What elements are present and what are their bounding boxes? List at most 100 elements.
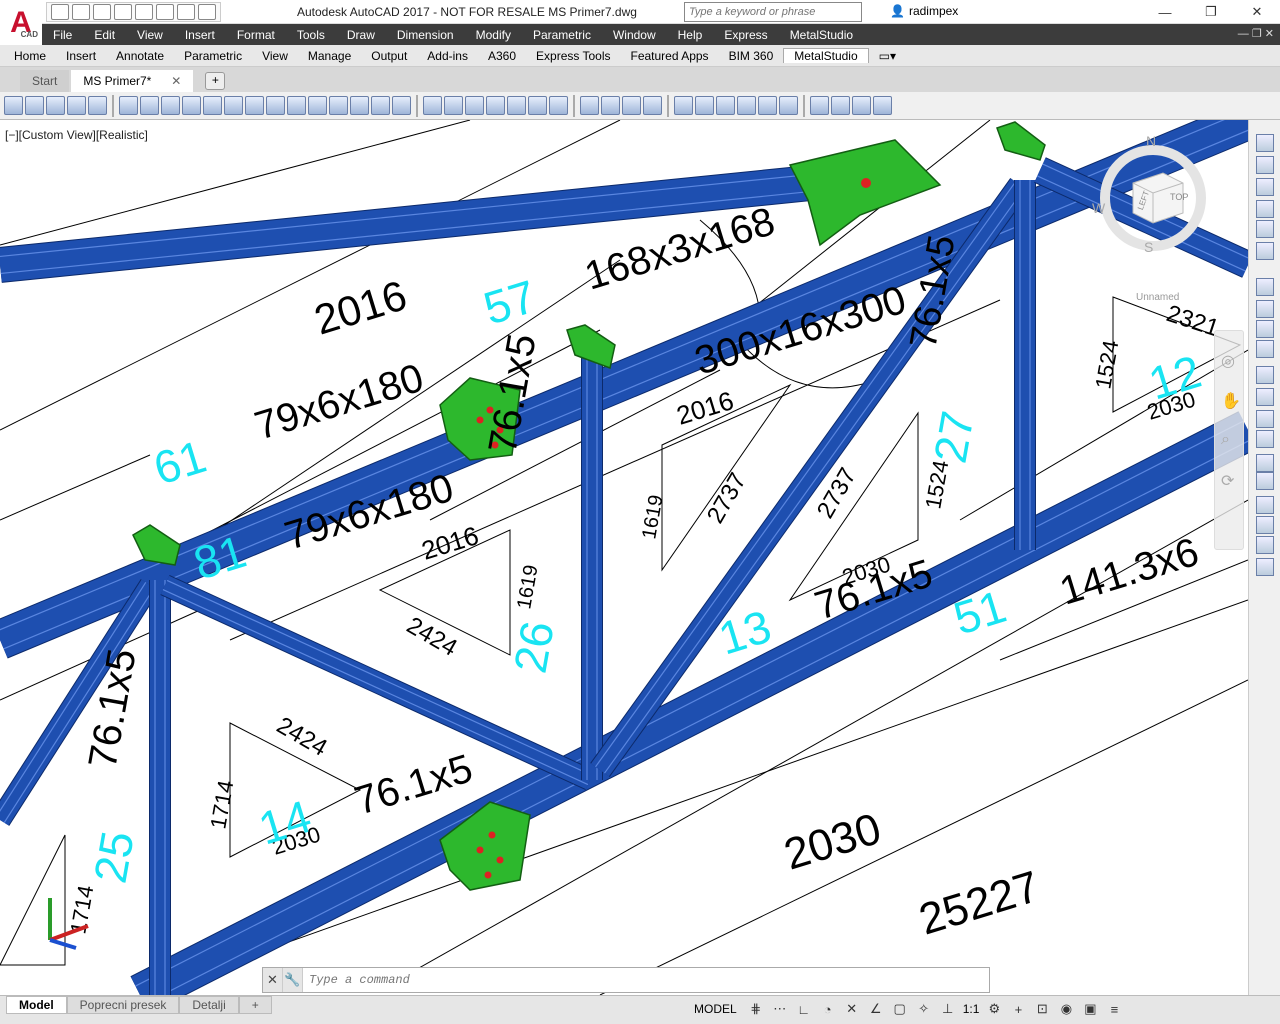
side-tool-icon[interactable] xyxy=(1256,220,1274,238)
side-tool-icon[interactable] xyxy=(1256,472,1274,490)
side-tool-icon[interactable] xyxy=(1256,430,1274,448)
menu-icon[interactable]: ≡ xyxy=(1105,1000,1123,1018)
pan-icon[interactable]: ✋ xyxy=(1221,391,1241,411)
layout-tab-model[interactable]: Model xyxy=(6,996,67,1014)
metalstudio-tool-icon[interactable] xyxy=(580,96,599,115)
metalstudio-tool-icon[interactable] xyxy=(643,96,662,115)
fullscreen-icon[interactable]: ▣ xyxy=(1081,1000,1099,1018)
side-tool-icon[interactable] xyxy=(1256,200,1274,218)
metalstudio-tool-icon[interactable] xyxy=(831,96,850,115)
menu-edit[interactable]: Edit xyxy=(83,28,126,42)
metalstudio-tool-icon[interactable] xyxy=(423,96,442,115)
metalstudio-tool-icon[interactable] xyxy=(716,96,735,115)
metalstudio-tool-icon[interactable] xyxy=(465,96,484,115)
gear-icon[interactable]: ⚙ xyxy=(985,1000,1003,1018)
side-tool-icon[interactable] xyxy=(1256,454,1274,472)
polar-icon[interactable]: ◔ xyxy=(819,1000,837,1018)
metalstudio-tool-icon[interactable] xyxy=(758,96,777,115)
command-input[interactable] xyxy=(303,973,989,987)
doc-tab-ms-primer7[interactable]: MS Primer7* ✕ xyxy=(71,70,194,92)
grid-icon[interactable]: ⋕ xyxy=(747,1000,765,1018)
ribbon-tab-metalstudio[interactable]: MetalStudio xyxy=(783,48,869,63)
user-account[interactable]: 👤 radimpex xyxy=(890,4,958,18)
menu-tools[interactable]: Tools xyxy=(286,28,336,42)
metalstudio-tool-icon[interactable] xyxy=(140,96,159,115)
add-layout-button[interactable]: + xyxy=(238,996,272,1014)
metalstudio-tool-icon[interactable] xyxy=(266,96,285,115)
orbit-icon[interactable]: ⟳ xyxy=(1221,471,1234,491)
side-tool-icon[interactable] xyxy=(1256,300,1274,318)
ribbon-tab-annotate[interactable]: Annotate xyxy=(106,49,174,63)
metalstudio-tool-icon[interactable] xyxy=(779,96,798,115)
metalstudio-tool-icon[interactable] xyxy=(873,96,892,115)
side-tool-icon[interactable] xyxy=(1256,134,1274,152)
menu-parametric[interactable]: Parametric xyxy=(522,28,602,42)
metalstudio-tool-icon[interactable] xyxy=(486,96,505,115)
metalstudio-tool-icon[interactable] xyxy=(371,96,390,115)
ribbon-tab-a360[interactable]: A360 xyxy=(478,49,526,63)
drawing-viewport[interactable]: 2016 168x3x168 300x16x300 79x6x180 79x6x180 2… xyxy=(0,120,1248,995)
metalstudio-tool-icon[interactable] xyxy=(810,96,829,115)
metalstudio-tool-icon[interactable] xyxy=(25,96,44,115)
open-file-icon[interactable] xyxy=(72,4,90,20)
metalstudio-tool-icon[interactable] xyxy=(4,96,23,115)
layout-tab-poprecni-presek[interactable]: Poprecni presek xyxy=(66,996,180,1014)
ribbon-tab-featured-apps[interactable]: Featured Apps xyxy=(621,49,719,63)
viewcube[interactable]: TOP LEFT N W S xyxy=(1088,128,1208,258)
metalstudio-tool-icon[interactable] xyxy=(203,96,222,115)
snap-icon[interactable]: ⋯ xyxy=(771,1000,789,1018)
ribbon-tab-home[interactable]: Home xyxy=(4,49,56,63)
side-tool-icon[interactable] xyxy=(1256,242,1274,260)
ribbon-tab-bim360[interactable]: BIM 360 xyxy=(719,49,784,63)
menu-window[interactable]: Window xyxy=(602,28,667,42)
metalstudio-tool-icon[interactable] xyxy=(674,96,693,115)
metalstudio-tool-icon[interactable] xyxy=(528,96,547,115)
menu-dimension[interactable]: Dimension xyxy=(386,28,465,42)
document-window-controls[interactable]: — ❐ ✕ xyxy=(1238,27,1274,40)
menu-metalstudio[interactable]: MetalStudio xyxy=(779,28,864,42)
model-space-toggle[interactable]: MODEL xyxy=(690,1002,741,1016)
save-as-icon[interactable] xyxy=(114,4,132,20)
scale-label[interactable]: 1:1 xyxy=(963,1002,980,1016)
zoom-icon[interactable]: ⌕ xyxy=(1221,431,1230,449)
side-tool-icon[interactable] xyxy=(1256,410,1274,428)
side-tool-icon[interactable] xyxy=(1256,366,1274,384)
metalstudio-tool-icon[interactable] xyxy=(224,96,243,115)
side-tool-icon[interactable] xyxy=(1256,156,1274,174)
close-tab-icon[interactable]: ✕ xyxy=(171,74,181,88)
viewport-controls-label[interactable]: [−][Custom View][Realistic] xyxy=(5,128,148,142)
drawing-canvas[interactable]: 2016168x3x168300x16x30079x6x18079x6x1802… xyxy=(0,120,1248,995)
side-tool-icon[interactable] xyxy=(1256,536,1274,554)
command-customize-icon[interactable]: 🔧 xyxy=(283,968,303,992)
metalstudio-tool-icon[interactable] xyxy=(549,96,568,115)
side-tool-icon[interactable] xyxy=(1256,340,1274,358)
doc-tab-start[interactable]: Start xyxy=(20,70,70,92)
qat-dropdown-icon[interactable] xyxy=(198,4,216,20)
menu-file[interactable]: File xyxy=(42,28,83,42)
ortho-icon[interactable]: ∟ xyxy=(795,1000,813,1018)
metalstudio-tool-icon[interactable] xyxy=(444,96,463,115)
ribbon-options-icon[interactable]: ▭▾ xyxy=(869,49,906,63)
metalstudio-tool-icon[interactable] xyxy=(287,96,306,115)
search-input[interactable] xyxy=(684,2,862,22)
plus-icon[interactable]: + xyxy=(1009,1000,1027,1018)
save-icon[interactable] xyxy=(93,4,111,20)
side-tool-icon[interactable] xyxy=(1256,320,1274,338)
side-tool-icon[interactable] xyxy=(1256,278,1274,296)
minimize-button[interactable]: — xyxy=(1142,0,1188,24)
menu-format[interactable]: Format xyxy=(226,28,286,42)
lweight-icon[interactable]: ▢ xyxy=(891,1000,909,1018)
ribbon-tab-manage[interactable]: Manage xyxy=(298,49,361,63)
metalstudio-tool-icon[interactable] xyxy=(119,96,138,115)
metalstudio-tool-icon[interactable] xyxy=(182,96,201,115)
isolate-icon[interactable]: ⊡ xyxy=(1033,1000,1051,1018)
new-tab-button[interactable]: + xyxy=(205,72,226,90)
side-tool-icon[interactable] xyxy=(1256,496,1274,514)
navigation-bar[interactable]: ✋ ◎ ⌕ ⟳ xyxy=(1214,330,1244,550)
metalstudio-tool-icon[interactable] xyxy=(507,96,526,115)
application-menu-button[interactable]: A CAD xyxy=(0,0,42,45)
metalstudio-tool-icon[interactable] xyxy=(88,96,107,115)
osnap-icon[interactable]: ✕ xyxy=(843,1000,861,1018)
metalstudio-tool-icon[interactable] xyxy=(852,96,871,115)
ribbon-tab-insert[interactable]: Insert xyxy=(56,49,106,63)
